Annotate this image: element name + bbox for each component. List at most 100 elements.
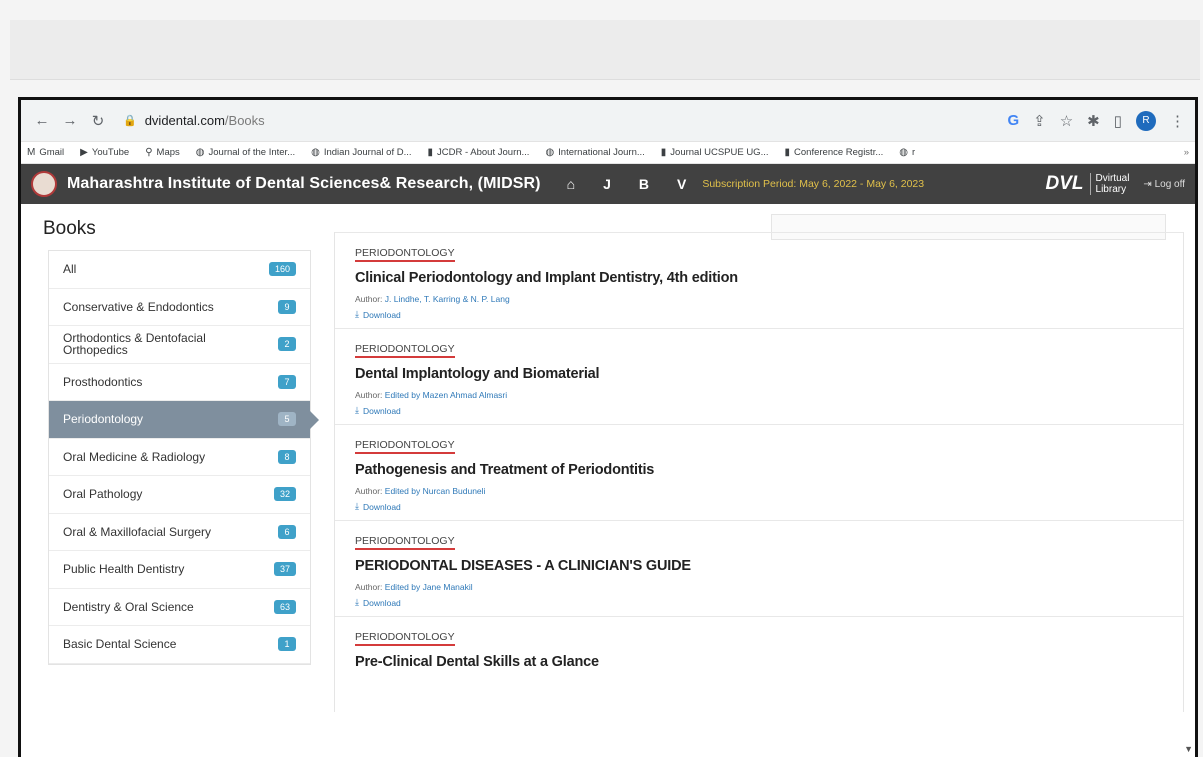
browser-window: ← → ↻ 🔒 dvidental.com /Books G ⇪ ☆ ✱ ▯ R… — [18, 97, 1198, 757]
sidebar-item-public-health-dentistry[interactable]: Public Health Dentistry 37 — [49, 551, 310, 589]
logoff-link[interactable]: ⇥ Log off — [1143, 179, 1185, 190]
author-name: Edited by Jane Manakil — [384, 582, 473, 592]
extensions-icon[interactable]: ✱ — [1087, 112, 1100, 130]
book-item: PERIODONTOLOGY PERIODONTAL DISEASES - A C… — [335, 520, 1183, 616]
browser-actions: G ⇪ ☆ ✱ ▯ R ⋮ — [1007, 110, 1185, 131]
bookmark-item[interactable]: ◍ International Journ... — [545, 147, 644, 158]
book-title[interactable]: Dental Implantology and Biomaterial — [355, 366, 1163, 382]
bookmark-item[interactable]: ◍ Indian Journal of D... — [311, 147, 411, 158]
book-title[interactable]: Pathogenesis and Treatment of Periodonti… — [355, 462, 1163, 478]
sidebar-item-label: Conservative & Endodontics — [63, 299, 214, 314]
download-link[interactable]: ⤓ Download — [355, 309, 1163, 320]
download-label: Download — [362, 405, 401, 416]
book-category[interactable]: PERIODONTOLOGY — [355, 343, 455, 358]
google-icon[interactable]: G — [1007, 112, 1019, 129]
book-item: PERIODONTOLOGY Dental Implantology and Bi… — [335, 328, 1183, 424]
count-badge: 6 — [278, 524, 296, 539]
bookmark-item[interactable]: ◍ r — [899, 147, 915, 158]
book-category[interactable]: PERIODONTOLOGY — [355, 631, 455, 646]
nav-videos[interactable]: V — [677, 176, 686, 192]
scroll-down-icon[interactable]: ▼ — [1184, 744, 1193, 754]
sidebar-item-label: Periodontology — [63, 412, 144, 427]
menu-icon[interactable]: ⋮ — [1170, 112, 1185, 130]
nav-journals[interactable]: J — [603, 176, 611, 192]
count-badge: 9 — [278, 299, 296, 314]
sidebar-item-orthodontics-dentofacial-orthopedics[interactable]: Orthodontics & Dentofacial Orthopedics 2 — [49, 326, 310, 364]
site-title: Maharashtra Institute of Dental Sciences… — [67, 175, 541, 192]
url-path: /Books — [224, 113, 265, 128]
reload-icon[interactable]: ↻ — [87, 112, 109, 130]
download-link[interactable]: ⤓ Download — [355, 501, 1163, 512]
sidebar-item-periodontology[interactable]: Periodontology 5 — [49, 401, 319, 439]
site-header: Maharashtra Institute of Dental Sciences… — [21, 164, 1195, 204]
bookmark-label: International Journ... — [558, 147, 645, 158]
profile-avatar[interactable]: R — [1136, 110, 1156, 131]
bookmark-item[interactable]: ▮ Journal UCSPUE UG... — [661, 147, 769, 158]
count-badge: 2 — [278, 337, 296, 352]
globe-icon: ◍ — [311, 147, 320, 158]
sidebar-item-all[interactable]: All 160 — [49, 251, 310, 289]
lock-icon: 🔒 — [123, 115, 137, 127]
globe-icon: ◍ — [195, 147, 205, 158]
sidebar-item-basic-dental-science[interactable]: Basic Dental Science 1 — [49, 626, 310, 664]
bookmark-label: Journal of the Inter... — [208, 147, 296, 158]
book-item: PERIODONTOLOGY Pre-Clinical Dental Skills… — [335, 616, 1183, 712]
download-link[interactable]: ⤓ Download — [355, 405, 1163, 416]
subscription-period: Subscription Period: May 6, 2022 - May 6… — [702, 178, 925, 190]
nav-books[interactable]: B — [639, 176, 649, 192]
url-field[interactable]: 🔒 dvidental.com /Books — [123, 113, 265, 128]
youtube-icon: ▶ — [80, 147, 88, 158]
book-title[interactable]: Clinical Periodontology and Implant Dent… — [355, 270, 1163, 286]
sidebar-item-conservative-endodontics[interactable]: Conservative & Endodontics 9 — [49, 289, 310, 326]
bookmark-icon: ▮ — [427, 147, 434, 158]
sidebar-item-label: Orthodontics & Dentofacial Orthopedics — [63, 331, 206, 358]
bookmark-item[interactable]: ▮ Conference Registr... — [785, 147, 884, 158]
home-icon[interactable]: ⌂ — [567, 176, 575, 192]
star-icon[interactable]: ☆ — [1060, 112, 1073, 130]
bookmark-label: YouTube — [91, 147, 130, 158]
more-bookmarks-icon[interactable]: » — [1184, 147, 1189, 158]
page-title: Books — [43, 218, 96, 239]
sidebar-item-label: Prosthodontics — [63, 374, 143, 389]
sidebar-item-label: Oral Medicine & Radiology — [63, 449, 206, 464]
bookmark-item[interactable]: ▮ JCDR - About Journ... — [428, 147, 530, 158]
sidebar-item-oral-pathology[interactable]: Oral Pathology 32 — [49, 476, 310, 514]
sidebar-item-prosthodontics[interactable]: Prosthodontics 7 — [49, 364, 310, 401]
bookmark-item[interactable]: M Gmail — [27, 147, 64, 158]
book-category[interactable]: PERIODONTOLOGY — [355, 535, 455, 550]
dvl-logo-text: Dvirtual Library — [1089, 173, 1129, 195]
bookmark-icon: ▮ — [660, 147, 667, 158]
author-name: Edited by Nurcan Buduneli — [384, 486, 486, 496]
book-author: Author: Edited by Jane Manakil — [355, 582, 1163, 592]
bookmark-item[interactable]: ▶ YouTube — [80, 147, 129, 158]
author-label: Author: — [355, 582, 383, 592]
forward-icon[interactable]: → — [59, 112, 81, 129]
bookmark-icon: ▮ — [784, 147, 791, 158]
book-category[interactable]: PERIODONTOLOGY — [355, 439, 455, 454]
logoff-label: Log off — [1154, 178, 1185, 190]
count-badge: 63 — [273, 599, 296, 614]
book-title[interactable]: Pre-Clinical Dental Skills at a Glance — [355, 654, 1163, 670]
sidepanel-icon[interactable]: ▯ — [1114, 112, 1122, 130]
count-badge: 160 — [268, 262, 296, 277]
sidebar-item-oral-maxillofacial-surgery[interactable]: Oral & Maxillofacial Surgery 6 — [49, 514, 310, 551]
dvl-logo: DVL Dvirtual Library — [1045, 173, 1129, 195]
author-label: Author: — [355, 486, 383, 496]
bookmark-item[interactable]: ⚲ Maps — [145, 147, 180, 158]
category-sidebar: All 160 Conservative & Endodontics 9 Orthodo… — [48, 250, 319, 665]
dvl-logo-mark: DVL — [1045, 173, 1084, 194]
back-icon[interactable]: ← — [31, 112, 53, 129]
bookmark-label: Gmail — [39, 147, 65, 158]
count-badge: 5 — [278, 412, 296, 427]
sidebar-item-label: All — [63, 262, 77, 277]
count-badge: 37 — [273, 562, 296, 577]
bookmark-item[interactable]: ◍ Journal of the Inter... — [196, 147, 295, 158]
sidebar-item-oral-medicine-radiology[interactable]: Oral Medicine & Radiology 8 — [49, 439, 310, 476]
sidebar-item-dentistry-oral-science[interactable]: Dentistry & Oral Science 63 — [49, 589, 310, 626]
share-icon[interactable]: ⇪ — [1033, 112, 1046, 130]
gmail-icon: M — [27, 147, 36, 158]
book-category[interactable]: PERIODONTOLOGY — [355, 247, 455, 262]
book-title[interactable]: PERIODONTAL DISEASES - A CLINICIAN'S GUI… — [355, 558, 1163, 574]
download-link[interactable]: ⤓ Download — [355, 597, 1163, 608]
background-browser-bar — [10, 20, 1200, 80]
